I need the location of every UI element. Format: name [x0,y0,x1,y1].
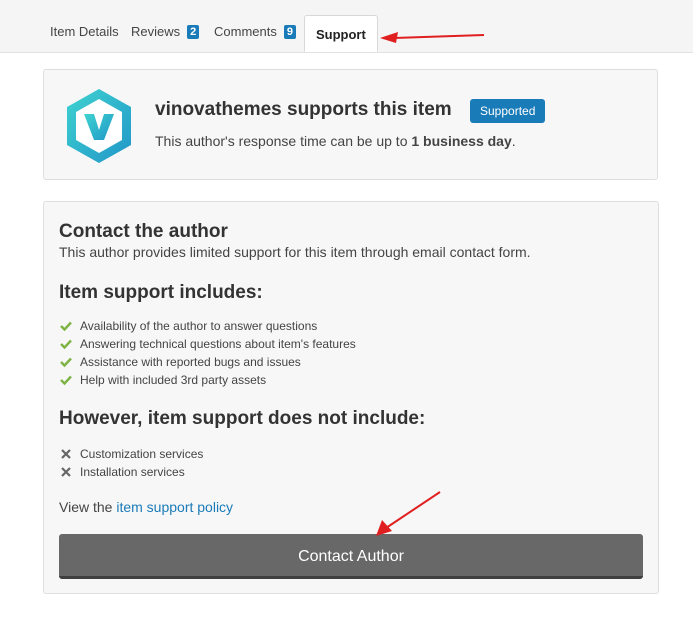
response-time-text: This author's response time can be up to… [155,133,516,149]
check-icon [59,355,73,369]
includes-heading: Item support includes: [59,282,263,303]
support-details-panel: Contact the author This author provides … [43,201,659,594]
tab-bar: Item Details Reviews 2 Comments 9 Support [0,0,693,53]
list-item-text: Availability of the author to answer que… [80,319,318,333]
x-icon [59,447,73,461]
item-support-policy-link[interactable]: item support policy [116,499,233,515]
tab-label: Comments [214,24,277,39]
list-item: Availability of the author to answer que… [59,317,356,335]
response-text-suffix: . [511,133,516,149]
list-item-text: Answering technical questions about item… [80,337,356,351]
list-item: Help with included 3rd party assets [59,371,356,389]
policy-line: View the item support policy [59,499,233,515]
response-time-value: 1 business day [411,133,512,149]
list-item-text: Assistance with reported bugs and issues [80,355,301,369]
includes-list: Availability of the author to answer que… [59,317,356,389]
tab-reviews[interactable]: Reviews 2 [131,17,200,47]
check-icon [59,337,73,351]
tab-label: Support [316,27,366,42]
tab-support[interactable]: Support [304,15,378,52]
check-icon [59,373,73,387]
contact-description: This author provides limited support for… [59,244,531,260]
policy-prefix: View the [59,499,117,515]
x-icon [59,465,73,479]
list-item-text: Installation services [80,465,185,479]
contact-author-button[interactable]: Contact Author [59,534,643,579]
author-support-title: vinovathemes supports this item [155,99,452,120]
list-item: Customization services [59,445,203,463]
check-icon [59,319,73,333]
list-item-text: Help with included 3rd party assets [80,373,267,387]
author-support-panel: vinovathemes supports this item Supporte… [43,69,658,180]
tab-item-details[interactable]: Item Details [50,17,119,47]
tab-label: Item Details [50,24,119,39]
list-item-text: Customization services [80,447,204,461]
list-item: Answering technical questions about item… [59,335,356,353]
list-item: Assistance with reported bugs and issues [59,353,356,371]
reviews-count-badge: 2 [187,25,200,39]
contact-heading: Contact the author [59,221,228,242]
tab-comments[interactable]: Comments 9 [214,17,296,47]
list-item: Installation services [59,463,203,481]
v-hexagon-logo-icon [62,86,136,171]
excludes-heading: However, item support does not include: [59,408,426,429]
tab-label: Reviews [131,24,181,39]
response-text-prefix: This author's response time can be up to [155,133,412,149]
supported-badge: Supported [470,99,546,123]
comments-count-badge: 9 [283,25,296,39]
excludes-list: Customization services Installation serv… [59,445,203,481]
